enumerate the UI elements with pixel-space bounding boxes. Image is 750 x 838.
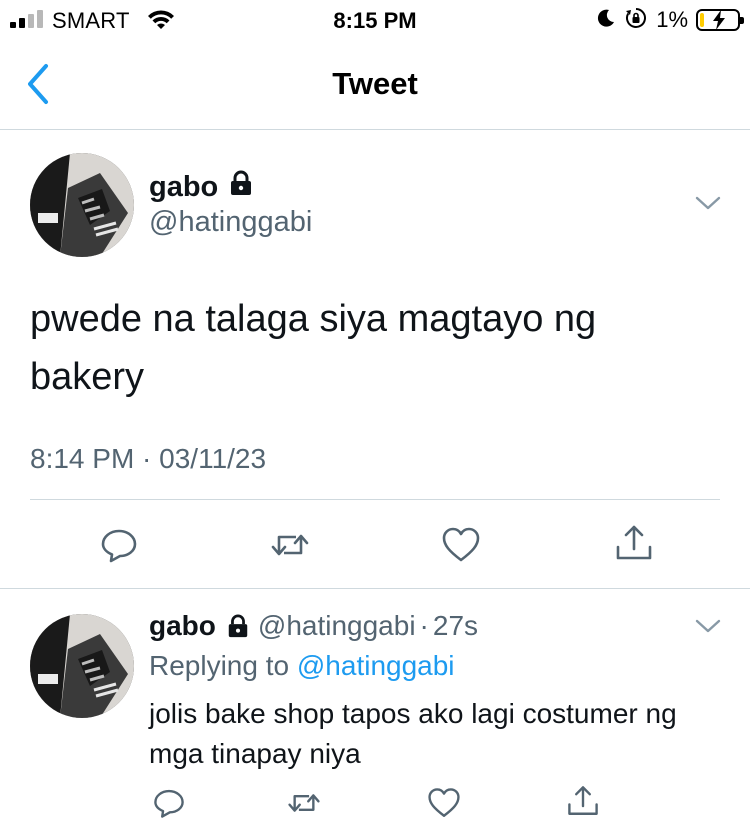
like-button[interactable] [441, 525, 481, 565]
reply-header: gabo @hatinggabi · 27s [149, 610, 478, 642]
author-handle[interactable]: @hatinggabi [149, 206, 312, 239]
chevron-down-icon [695, 196, 721, 210]
more-options-button[interactable] [694, 617, 722, 635]
display-name[interactable]: gabo [149, 170, 254, 204]
divider [30, 499, 720, 500]
replying-to-link[interactable]: @hatinggabi [297, 650, 455, 681]
separator-dot: · [419, 610, 429, 641]
retweet-icon [271, 534, 309, 556]
nav-bar: Tweet [0, 42, 750, 130]
tweet-text: pwede na talaga siya magtayo ng bakery [30, 298, 597, 398]
avatar[interactable] [30, 153, 134, 257]
like-button[interactable] [427, 786, 461, 820]
share-icon [616, 525, 652, 560]
reply-icon [154, 789, 184, 818]
retweet-icon [288, 794, 320, 812]
author-name[interactable]: gabo [149, 610, 216, 642]
battery-charging-icon [696, 9, 744, 31]
divider [0, 588, 750, 589]
moon-icon [596, 8, 616, 33]
page-title: Tweet [332, 66, 418, 101]
lock-icon [228, 170, 254, 204]
replying-to-label: Replying to [149, 650, 290, 681]
author-name[interactable]: gabo [149, 171, 218, 204]
avatar[interactable] [30, 614, 134, 718]
retweet-button[interactable] [287, 786, 321, 820]
reply-icon [101, 529, 137, 563]
like-icon [442, 527, 480, 562]
tweet-timestamp[interactable]: 8:14 PM · 03/11/23 [30, 443, 266, 475]
retweet-button[interactable] [270, 525, 310, 565]
reply-button[interactable] [152, 786, 186, 820]
reply-text: jolis bake shop tapos ako lagi costumer … [149, 698, 677, 769]
share-button[interactable] [614, 523, 654, 563]
battery-percent: 1% [656, 7, 688, 32]
orientation-lock-icon [624, 6, 648, 35]
more-options-button[interactable] [694, 194, 722, 212]
reply-button[interactable] [99, 525, 139, 565]
share-icon [568, 786, 598, 815]
chevron-down-icon [695, 619, 721, 633]
replying-to: Replying to @hatinggabi [149, 650, 455, 682]
author-handle[interactable]: @hatinggabi [258, 610, 416, 642]
share-button[interactable] [566, 784, 600, 818]
reply-time: 27s [432, 610, 479, 641]
lock-icon [226, 614, 250, 638]
status-bar: SMART 8:15 PM 1% [0, 0, 750, 42]
like-icon [428, 788, 460, 817]
